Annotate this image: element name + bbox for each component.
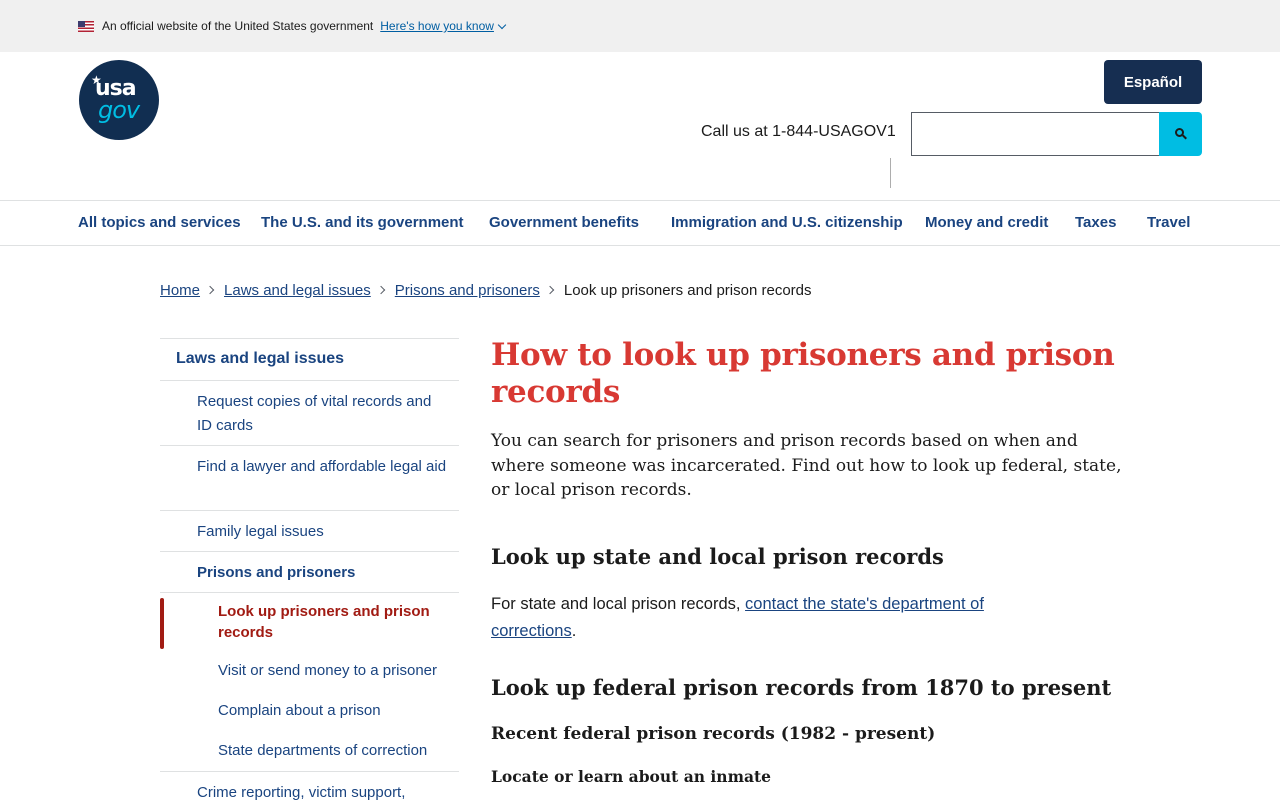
sidenav-item-label: Request copies of vital records and ID c… <box>197 393 432 434</box>
main-nav: All topics and services The U.S. and its… <box>0 200 1280 246</box>
state-records-paragraph: For state and local prison records, cont… <box>491 591 1051 645</box>
nav-government-benefits[interactable]: Government benefits <box>489 214 639 231</box>
search-icon <box>1174 128 1187 140</box>
call-us-text: Call us at 1-844-USAGOV1 <box>701 123 896 140</box>
heading-federal: Look up federal prison records from 1870… <box>491 675 1112 700</box>
breadcrumb-prisons[interactable]: Prisons and prisoners <box>395 282 540 299</box>
nav-us-government[interactable]: The U.S. and its government <box>261 214 464 231</box>
heading-locate-inmate: Locate or learn about an inmate <box>491 767 772 786</box>
active-indicator <box>160 598 164 649</box>
page-title: How to look up prisoners and prison reco… <box>491 337 1115 410</box>
breadcrumb-current: Look up prisoners and prison records <box>563 281 812 299</box>
us-flag-icon <box>78 20 94 32</box>
intro-paragraph: You can search for prisoners and prison … <box>491 431 1122 500</box>
heading-recent-federal: Recent federal prison records (1982 - pr… <box>491 724 936 744</box>
sidenav-children: Look up prisoners and prison records Vis… <box>160 592 459 772</box>
chevron-right-icon <box>376 285 386 295</box>
sidenav-item-prisons[interactable]: Prisons and prisoners <box>160 551 459 592</box>
sidenav-child-state-dept[interactable]: State departments of correction <box>218 739 427 763</box>
usagov-logo[interactable]: ★ usa gov <box>79 60 159 140</box>
state-records-text: For state and local prison records, <box>491 595 741 613</box>
heading-state-local: Look up state and local prison records <box>491 544 944 569</box>
sidenav-item-label: Crime reporting, victim support, <box>197 784 406 800</box>
sidenav-item-vital-records[interactable]: Request copies of vital records and ID c… <box>160 380 459 445</box>
sidenav-item-label: Find a lawyer and affordable legal aid <box>197 458 447 475</box>
nav-taxes[interactable]: Taxes <box>1075 214 1116 231</box>
chevron-right-icon <box>205 285 215 295</box>
sidenav-item-label: Prisons and prisoners <box>197 564 356 581</box>
nav-all-topics[interactable]: All topics and services <box>78 214 241 231</box>
sidenav-item-lawyer[interactable]: Find a lawyer and affordable legal aid <box>160 445 459 510</box>
sidenav-item-family[interactable]: Family legal issues <box>160 510 459 551</box>
logo-text-gov: gov <box>98 96 140 124</box>
header-divider <box>890 158 891 188</box>
sidenav-child-visit[interactable]: Visit or send money to a prisoner <box>218 659 437 683</box>
breadcrumb: Home Laws and legal issues Prisons and p… <box>160 280 812 300</box>
search-input[interactable] <box>911 112 1159 156</box>
nav-travel[interactable]: Travel <box>1147 214 1190 231</box>
chevron-down-icon <box>497 20 507 29</box>
nav-immigration[interactable]: Immigration and U.S. citizenship <box>671 214 903 231</box>
breadcrumb-home[interactable]: Home <box>160 282 200 299</box>
sidenav-section-label: Laws and legal issues <box>176 350 345 367</box>
espanol-button[interactable]: Español <box>1104 60 1202 104</box>
sidenav-child-complain[interactable]: Complain about a prison <box>218 699 381 723</box>
breadcrumb-laws[interactable]: Laws and legal issues <box>224 282 371 299</box>
sidenav-item-crime[interactable]: Crime reporting, victim support, <box>160 771 459 800</box>
heres-how-you-know-link[interactable]: Here's how you know <box>380 19 507 33</box>
gov-banner-text: An official website of the United States… <box>102 19 374 33</box>
search-button[interactable] <box>1159 112 1202 156</box>
sidenav-section[interactable]: Laws and legal issues <box>160 338 459 380</box>
sidenav-item-label: Family legal issues <box>197 523 324 540</box>
gov-banner: An official website of the United States… <box>0 0 1280 52</box>
sidenav-child-current[interactable]: Look up prisoners and prison records <box>218 601 448 643</box>
chevron-right-icon <box>545 285 555 295</box>
nav-money-credit[interactable]: Money and credit <box>925 214 1048 231</box>
state-records-end: . <box>571 622 577 640</box>
heres-how-you-know-label: Here's how you know <box>380 19 494 33</box>
